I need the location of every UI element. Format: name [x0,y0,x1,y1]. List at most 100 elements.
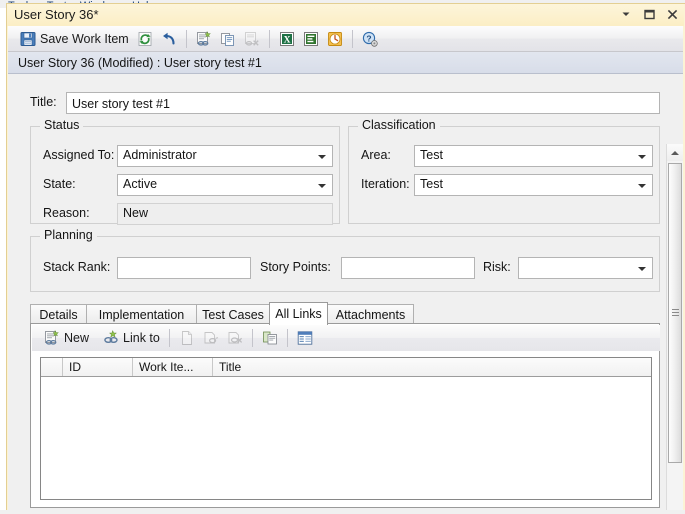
refresh-button[interactable] [133,27,157,51]
reason-value: New [123,206,149,220]
new-link-icon [44,330,60,346]
status-group: Status Assigned To: Administrator State:… [30,118,341,225]
grid-options-icon [297,330,313,346]
title-label: Title: [30,95,57,109]
help-icon: ? [362,31,378,47]
work-item-form-host: Title: Status Assigned To: Administrator [8,74,683,510]
toolbar-separator [268,29,270,48]
open-in-project-button[interactable] [299,27,323,51]
state-row: State: Active [31,174,341,196]
column-options-button[interactable] [258,326,282,350]
undo-button[interactable] [157,27,181,51]
assigned-to-combo[interactable]: Administrator [117,145,333,167]
new-link-label: New [64,331,90,345]
tool-window: User Story 36* Save Work Item X ? User S… [6,3,685,511]
remove-link-button[interactable] [240,27,264,51]
remove-link-icon [244,31,260,47]
links-toolbar-separator [251,329,253,347]
tab-all-links[interactable]: All Links [269,302,328,325]
save-work-item-button[interactable]: Save Work Item [16,27,133,51]
title-field-row: Title: [8,92,665,114]
links-grid-body[interactable] [41,377,651,499]
area-combo[interactable]: Test [414,145,653,167]
iteration-label: Iteration: [361,177,410,191]
grid-column-title[interactable]: Title [213,358,651,376]
window-titlebar[interactable]: User Story 36* [7,4,684,26]
caret-up-icon [671,150,679,155]
restore-window-icon[interactable] [642,7,656,21]
project-icon [303,31,319,47]
history-button[interactable] [323,27,347,51]
columns-icon [262,330,278,346]
open-link-button[interactable] [199,326,223,350]
grid-options-button[interactable] [293,326,317,350]
iteration-row: Iteration: Test [349,174,661,196]
open-link-icon [203,330,219,346]
story-points-label: Story Points: [260,260,331,274]
story-points-input[interactable] [341,257,475,279]
form-vertical-scrollbar[interactable] [666,144,683,510]
edit-link-button[interactable] [175,326,199,350]
chevron-down-icon [318,184,326,188]
undo-icon [161,31,177,47]
planning-fields-row: Stack Rank: Story Points: Risk: [31,257,661,279]
help-button[interactable]: ? [358,27,382,51]
new-link-button[interactable]: New [40,326,93,350]
grid-column-select[interactable] [41,358,63,376]
reason-row: Reason: New [31,203,341,225]
svg-text:X: X [283,35,290,45]
excel-icon: X [279,31,295,47]
open-in-excel-button[interactable]: X [275,27,299,51]
chevron-down-icon [318,155,326,159]
work-item-toolbar: Save Work Item X ? [8,26,683,52]
tab-implementation[interactable]: Implementation [86,304,197,324]
state-value: Active [123,177,158,191]
title-input[interactable] [66,92,660,114]
work-item-tabstrip: Details Implementation Test Cases All Li… [30,302,660,325]
area-row: Area: Test [349,145,661,167]
close-window-icon[interactable] [665,7,679,21]
work-item-form: Title: Status Assigned To: Administrator [8,74,665,510]
state-combo[interactable]: Active [117,174,333,196]
copy-icon [220,31,236,47]
link-to-label: Link to [123,331,160,345]
area-value: Test [420,148,443,162]
link-to-button[interactable]: Link to [99,326,164,350]
links-toolbar: New Link to [32,325,660,351]
save-icon [20,31,36,47]
links-grid-header: ID Work Ite... Title [41,358,651,377]
status-group-legend: Status [40,118,84,132]
tab-details[interactable]: Details [30,304,87,324]
grid-column-id[interactable]: ID [63,358,133,376]
new-linked-work-item-button[interactable] [192,27,216,51]
risk-combo[interactable] [518,257,653,279]
assigned-to-row: Assigned To: Administrator [31,145,341,167]
tab-attachments[interactable]: Attachments [327,304,414,324]
planning-group-legend: Planning [40,228,97,242]
area-label: Area: [361,148,391,162]
clock-icon [327,31,343,47]
assigned-to-label: Assigned To: [43,148,115,162]
tab-test-cases[interactable]: Test Cases [196,304,270,324]
reason-field: New [117,203,333,225]
classification-group: Classification Area: Test Iteration: Tes… [348,118,661,224]
scroll-up-button[interactable] [667,144,683,161]
scrollbar-thumb[interactable] [668,163,682,463]
all-links-tabpage: New Link to ID Work Ite... Title [30,323,660,508]
reason-label: Reason: [43,206,90,220]
chevron-down-icon [638,184,646,188]
delete-link-button[interactable] [223,326,247,350]
svg-text:?: ? [366,33,371,43]
grid-column-work-item[interactable]: Work Ite... [133,358,213,376]
iteration-combo[interactable]: Test [414,174,653,196]
links-toolbar-separator [286,329,288,347]
toolbar-separator [185,29,187,48]
scrollbar-grip-icon [672,309,679,317]
risk-label: Risk: [483,260,511,274]
links-grid[interactable]: ID Work Ite... Title [40,357,652,500]
window-menu-dropdown-icon[interactable] [619,7,633,21]
work-item-editor-window: ToolsTestWindowHelp User Story 36* [0,0,685,514]
stack-rank-input[interactable] [117,257,251,279]
copy-button[interactable] [216,27,240,51]
edit-link-icon [179,330,195,346]
